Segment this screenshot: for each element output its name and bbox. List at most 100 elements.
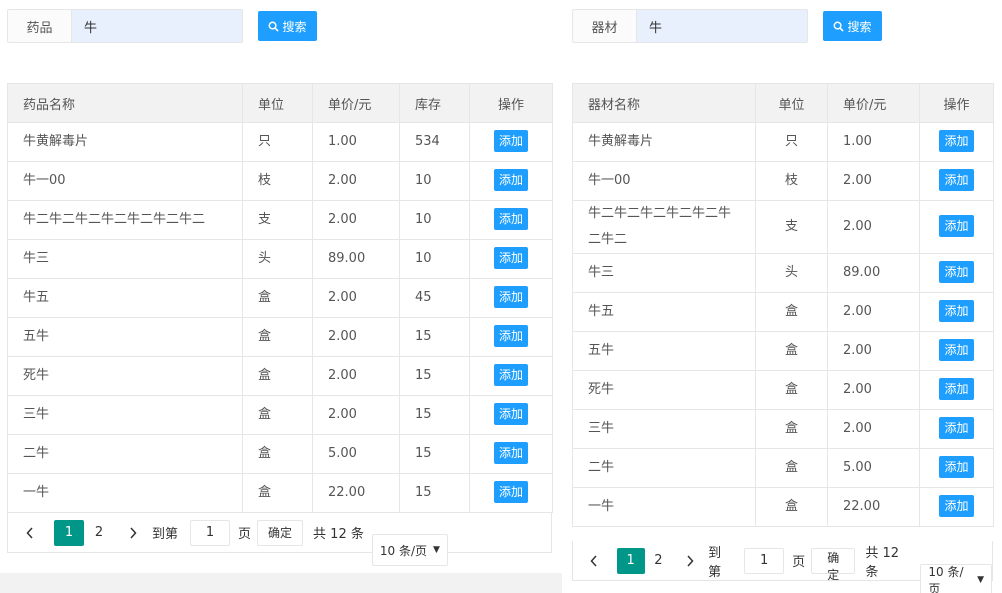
equipment-table: 器材名称 单位 单价/元 操作 牛黄解毒片只 1.00 添加 牛一00 枝 2.00 添加牛… bbox=[572, 83, 994, 527]
add-button[interactable]: 添加 bbox=[939, 417, 974, 439]
goto-label: 到第 bbox=[152, 527, 179, 542]
cell-stock: 15 bbox=[399, 395, 470, 435]
chevron-right-icon[interactable] bbox=[676, 547, 704, 575]
cell-unit: 盒 bbox=[755, 487, 828, 527]
cell-stock: 15 bbox=[399, 317, 470, 357]
cell-name: 牛黄解毒片 bbox=[7, 122, 243, 162]
chevron-right-icon[interactable] bbox=[118, 519, 148, 547]
goto-confirm-button[interactable]: 确定 bbox=[257, 519, 304, 546]
add-button[interactable]: 添加 bbox=[493, 364, 528, 386]
cell-price: 5.00 bbox=[312, 434, 400, 474]
action-cell: 添加 bbox=[919, 200, 994, 254]
page-2-button[interactable]: 2 bbox=[84, 520, 114, 546]
cell-name: 三牛 bbox=[7, 395, 243, 435]
chevron-left-icon[interactable] bbox=[15, 519, 45, 547]
add-button[interactable]: 添加 bbox=[493, 208, 528, 230]
cell-name: 二牛 bbox=[572, 448, 756, 488]
equipment-search-input[interactable] bbox=[636, 9, 808, 43]
cell-name: 三牛 bbox=[572, 409, 756, 449]
table-row: 牛五盒 2.00 添加 bbox=[572, 292, 994, 332]
medicine-table: 药品名称 单位 单价/元 库存 操作 牛黄解毒片只 1.00 534 添加 牛一00 枝 2… bbox=[7, 83, 553, 513]
action-cell: 添加 bbox=[469, 122, 553, 162]
cell-unit: 头 bbox=[755, 253, 828, 293]
medicine-pagination: 1 2 到第 页 确定 共 12 条 10 条/页 ▼ bbox=[7, 513, 552, 566]
table-row: 牛一00 枝 2.00 添加 bbox=[572, 161, 994, 201]
action-cell: 添加 bbox=[919, 487, 994, 527]
table-row: 牛一00 枝 2.00 10 添加 bbox=[7, 161, 553, 201]
add-button[interactable]: 添加 bbox=[939, 300, 974, 322]
action-cell: 添加 bbox=[469, 239, 553, 279]
page-label: 页 bbox=[792, 555, 806, 570]
cell-name: 死牛 bbox=[572, 370, 756, 410]
table-row: 死牛盒 2.00 添加 bbox=[572, 370, 994, 410]
chevron-left-icon[interactable] bbox=[580, 547, 608, 575]
cell-unit: 盒 bbox=[755, 292, 828, 332]
add-button[interactable]: 添加 bbox=[493, 286, 528, 308]
goto-label: 到第 bbox=[708, 545, 722, 580]
column-header-unit: 单位 bbox=[242, 83, 313, 123]
page-1-button[interactable]: 1 bbox=[616, 547, 645, 574]
add-button[interactable]: 添加 bbox=[493, 325, 528, 347]
page-size-select[interactable]: 10 条/页 ▼ bbox=[371, 534, 448, 566]
goto-page-input[interactable] bbox=[744, 547, 785, 574]
cell-unit: 盒 bbox=[242, 434, 313, 474]
add-button[interactable]: 添加 bbox=[493, 169, 528, 191]
add-button[interactable]: 添加 bbox=[493, 247, 528, 269]
page-size-value: 10 条/页 bbox=[379, 543, 427, 558]
cell-name: 牛五 bbox=[572, 292, 756, 332]
search-button-label: 搜索 bbox=[282, 19, 307, 34]
column-header-unit: 单位 bbox=[755, 83, 828, 123]
search-icon bbox=[269, 21, 280, 32]
cell-unit: 盒 bbox=[755, 409, 828, 449]
add-button[interactable]: 添加 bbox=[939, 378, 974, 400]
cell-name: 牛三 bbox=[572, 253, 756, 293]
cell-price: 2.00 bbox=[827, 292, 920, 332]
add-button[interactable]: 添加 bbox=[939, 215, 974, 237]
medicine-search-row: 药品 bbox=[7, 9, 243, 43]
add-button[interactable]: 添加 bbox=[939, 130, 974, 152]
cell-price: 22.00 bbox=[827, 487, 920, 527]
cell-price: 1.00 bbox=[312, 122, 400, 162]
medicine-search-button[interactable]: 搜索 bbox=[258, 11, 317, 41]
table-row: 牛黄解毒片只 1.00 添加 bbox=[572, 122, 994, 162]
table-row: 牛二牛二牛二牛二牛二牛二牛二支 2.00 添加 bbox=[572, 200, 994, 254]
cell-name: 五牛 bbox=[7, 317, 243, 357]
equipment-search-row: 器材 bbox=[572, 9, 808, 43]
cell-name: 二牛 bbox=[7, 434, 243, 474]
add-button[interactable]: 添加 bbox=[939, 261, 974, 283]
cell-name: 一牛 bbox=[572, 487, 756, 527]
cell-stock: 15 bbox=[399, 434, 470, 474]
add-button[interactable]: 添加 bbox=[493, 442, 528, 464]
page-size-select[interactable]: 10 条/页 ▼ bbox=[920, 564, 993, 593]
cell-price: 2.00 bbox=[827, 161, 920, 201]
cell-stock: 15 bbox=[399, 473, 470, 513]
add-button[interactable]: 添加 bbox=[493, 403, 528, 425]
add-button[interactable]: 添加 bbox=[939, 456, 974, 478]
cell-price: 2.00 bbox=[312, 356, 400, 396]
add-button[interactable]: 添加 bbox=[939, 339, 974, 361]
medicine-search-input[interactable] bbox=[71, 9, 243, 43]
add-button[interactable]: 添加 bbox=[493, 130, 528, 152]
cell-unit: 枝 bbox=[242, 161, 313, 201]
table-row: 二牛盒 5.00 添加 bbox=[572, 448, 994, 488]
add-button[interactable]: 添加 bbox=[493, 481, 528, 503]
cell-unit: 枝 bbox=[755, 161, 828, 201]
table-row: 三牛盒 2.00 15 添加 bbox=[7, 395, 553, 435]
table-row: 五牛盒 2.00 添加 bbox=[572, 331, 994, 371]
add-button[interactable]: 添加 bbox=[939, 169, 974, 191]
cell-price: 2.00 bbox=[827, 331, 920, 371]
cell-name: 一牛 bbox=[7, 473, 243, 513]
cell-stock: 10 bbox=[399, 161, 470, 201]
table-row: 三牛盒 2.00 添加 bbox=[572, 409, 994, 449]
action-cell: 添加 bbox=[469, 161, 553, 201]
page-1-button[interactable]: 1 bbox=[54, 519, 84, 546]
table-header-row: 药品名称 单位 单价/元 库存 操作 bbox=[7, 83, 553, 123]
add-button[interactable]: 添加 bbox=[939, 495, 974, 517]
cell-name: 牛二牛二牛二牛二牛二牛二牛二 bbox=[572, 200, 756, 254]
goto-confirm-button[interactable]: 确定 bbox=[811, 547, 856, 582]
goto-page-input[interactable] bbox=[190, 519, 231, 546]
cell-stock: 10 bbox=[399, 200, 470, 240]
equipment-search-button[interactable]: 搜索 bbox=[823, 11, 882, 41]
page-2-button[interactable]: 2 bbox=[645, 548, 673, 574]
cell-name: 牛二牛二牛二牛二牛二牛二牛二 bbox=[7, 200, 243, 240]
